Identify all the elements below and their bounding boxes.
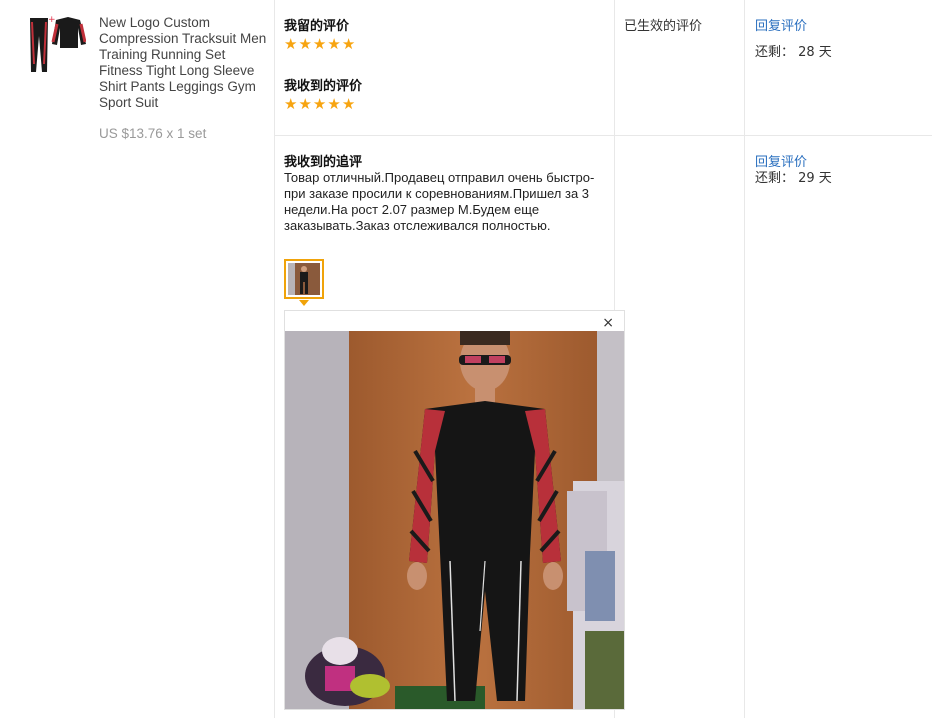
- product-title[interactable]: New Logo Custom Compression Tracksuit Me…: [99, 15, 269, 111]
- star-icon: ★: [284, 35, 298, 53]
- star-icon: ★: [341, 35, 356, 53]
- my-review-rating: ★ ★ ★ ★ ★: [284, 37, 355, 52]
- followup-label: 我收到的追评: [284, 155, 363, 170]
- star-icon: ★: [341, 95, 356, 113]
- column-divider: [744, 0, 745, 718]
- product-price: US $13.76 x 1 set: [99, 126, 207, 141]
- product-thumbnail[interactable]: +: [26, 14, 87, 76]
- reply-review-link[interactable]: 回复评价: [755, 15, 807, 34]
- followup-text: Товар отличный.Продавец отправил очень б…: [284, 170, 595, 233]
- column-divider: [274, 0, 275, 718]
- review-photo: [285, 331, 624, 709]
- my-review-label: 我留的评价: [284, 19, 350, 34]
- review-status: 已生效的评价: [624, 19, 703, 34]
- remaining-days: 还剩： 28 天: [755, 45, 832, 60]
- svg-text:+: +: [48, 15, 56, 25]
- star-icon: ★: [327, 35, 341, 53]
- received-review-rating: ★ ★ ★ ★ ★: [284, 97, 355, 112]
- star-icon: ★: [284, 95, 298, 113]
- thumbnail-pointer: [299, 300, 309, 306]
- row-divider: [274, 135, 932, 136]
- star-icon: ★: [327, 95, 341, 113]
- followup-remaining-days: 还剩： 29 天: [755, 171, 832, 186]
- star-icon: ★: [312, 35, 327, 53]
- received-review-label: 我收到的评价: [284, 79, 363, 94]
- review-photo-thumbnail[interactable]: [284, 259, 324, 299]
- star-icon: ★: [298, 35, 312, 53]
- star-icon: ★: [298, 95, 312, 113]
- star-icon: ★: [312, 95, 327, 113]
- photo-preview-panel: ×: [284, 310, 625, 710]
- close-icon[interactable]: ×: [602, 315, 614, 331]
